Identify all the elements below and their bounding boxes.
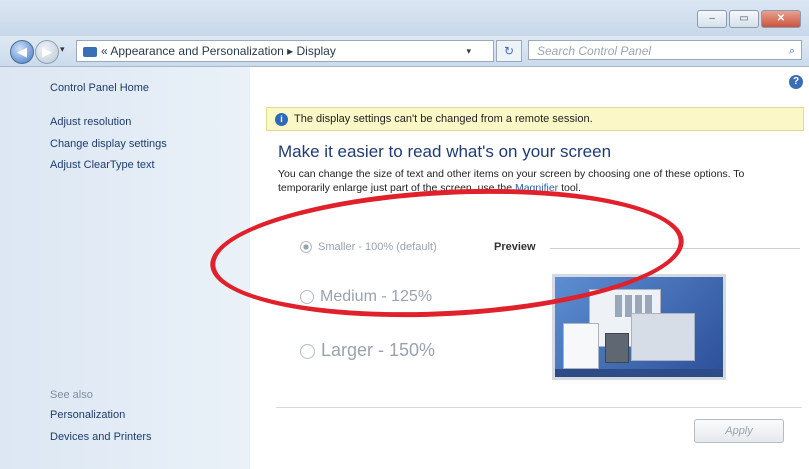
preview-divider (550, 248, 800, 249)
larger-radio[interactable] (300, 343, 315, 359)
larger-label[interactable]: Larger - 150% (321, 340, 435, 360)
banner-text: The display settings can't be changed fr… (294, 113, 593, 125)
sidebar-item-change-display-settings[interactable]: Change display settings (50, 138, 167, 150)
preview-thumbnail (552, 274, 726, 380)
description-text: You can change the size of text and othe… (278, 168, 745, 194)
address-dropdown-icon[interactable]: ▾ (466, 41, 471, 61)
title-bar[interactable]: – ▭ ✕ (0, 0, 809, 36)
smaller-radio[interactable] (300, 241, 312, 254)
smaller-label[interactable]: Smaller - 100% (default) (318, 241, 437, 253)
refresh-button[interactable]: ↻ (496, 40, 522, 62)
remote-session-banner: i The display settings can't be changed f… (266, 107, 804, 131)
search-placeholder: Search Control Panel (537, 44, 652, 58)
control-panel-icon (83, 46, 97, 57)
close-button[interactable]: ✕ (761, 10, 801, 28)
medium-label[interactable]: Medium - 125% (320, 288, 432, 305)
sidebar-item-adjust-cleartype[interactable]: Adjust ClearType text (50, 159, 155, 171)
medium-radio[interactable] (300, 289, 314, 304)
main-content: ? i The display settings can't be changed… (250, 67, 809, 469)
forward-button[interactable]: ▶ (35, 40, 59, 64)
preview-window (605, 333, 629, 363)
back-button[interactable]: ◀ (10, 40, 34, 64)
apply-button[interactable]: Apply (694, 419, 784, 443)
search-input[interactable]: Search Control Panel ⌕ (528, 40, 802, 60)
description-end: tool. (561, 182, 581, 194)
page-description: You can change the size of text and othe… (278, 167, 798, 195)
info-icon: i (275, 112, 288, 126)
preview-taskbar (555, 369, 723, 377)
option-smaller[interactable]: Smaller - 100% (default) (300, 241, 437, 254)
breadcrumb[interactable]: « Appearance and Personalization ▸ Displ… (101, 44, 336, 58)
window-controls: – ▭ ✕ (697, 10, 801, 28)
search-icon[interactable]: ⌕ (789, 41, 795, 61)
maximize-button[interactable]: ▭ (729, 10, 759, 28)
sidebar-item-personalization[interactable]: Personalization (50, 409, 125, 421)
sidebar-item-adjust-resolution[interactable]: Adjust resolution (50, 116, 131, 128)
preview-window (631, 313, 695, 361)
option-larger[interactable]: Larger - 150% (300, 340, 435, 361)
help-icon[interactable]: ? (789, 75, 803, 89)
magnifier-link[interactable]: Magnifier (515, 182, 558, 194)
navigation-bar: ◀ ▶ ▾ « Appearance and Personalization ▸… (0, 36, 809, 67)
option-medium[interactable]: Medium - 125% (300, 288, 432, 306)
preview-window (563, 323, 599, 369)
control-panel-window: – ▭ ✕ ◀ ▶ ▾ « Appearance and Personaliza… (0, 0, 809, 469)
divider (276, 407, 802, 408)
address-bar[interactable]: « Appearance and Personalization ▸ Displ… (76, 40, 494, 62)
sidebar-item-control-panel-home[interactable]: Control Panel Home (50, 82, 149, 94)
preview-label: Preview (494, 241, 536, 253)
see-also-heading: See also (50, 389, 93, 401)
sidebar: Control Panel Home Adjust resolution Cha… (0, 67, 250, 469)
sidebar-item-devices-and-printers[interactable]: Devices and Printers (50, 431, 152, 443)
minimize-button[interactable]: – (697, 10, 727, 28)
recent-pages-dropdown[interactable]: ▾ (60, 44, 65, 55)
page-title: Make it easier to read what's on your sc… (278, 142, 612, 161)
